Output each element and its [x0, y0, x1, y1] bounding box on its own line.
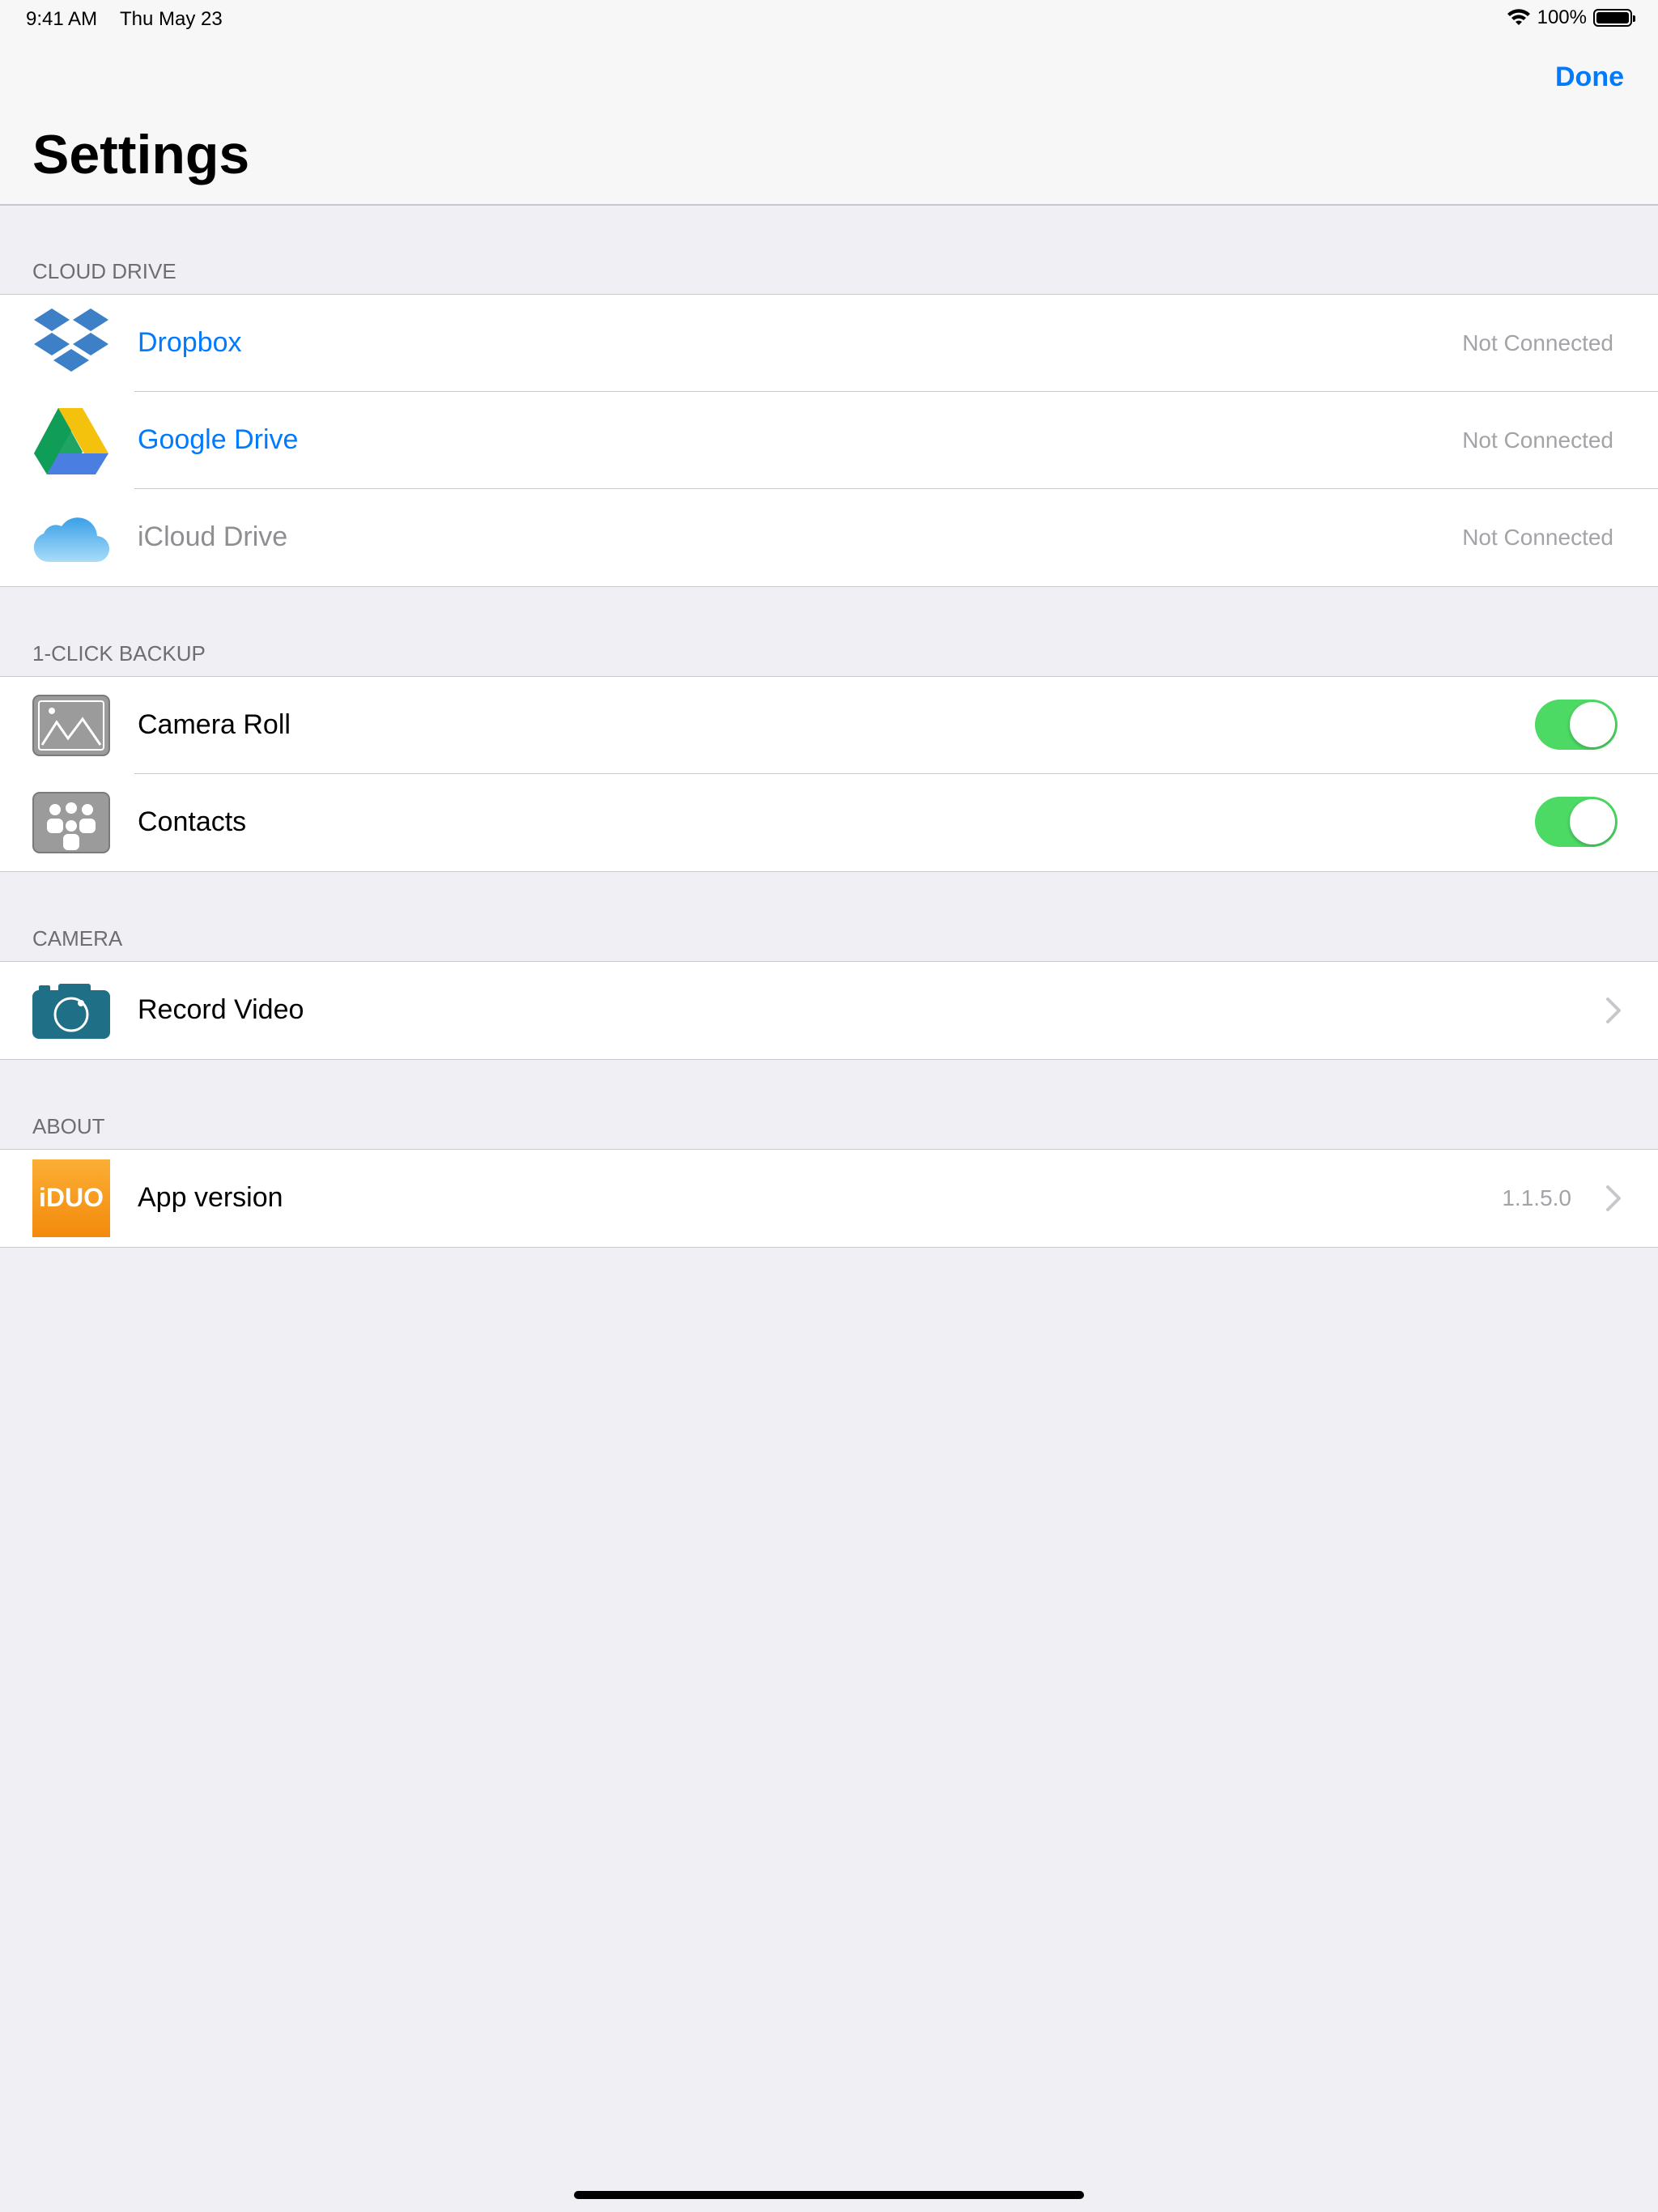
- navigation-bar: Done Settings: [0, 39, 1658, 206]
- home-indicator[interactable]: [574, 2191, 1084, 2199]
- record-video-row[interactable]: Record Video: [0, 962, 1658, 1059]
- status-time: 9:41 AM: [26, 8, 98, 30]
- battery-percent: 100%: [1537, 6, 1587, 28]
- record-video-label: Record Video: [138, 994, 304, 1025]
- camera-roll-label: Camera Roll: [138, 709, 291, 740]
- google-drive-label: Google Drive: [138, 424, 299, 455]
- dropbox-icon: [32, 308, 110, 377]
- google-drive-status: Not Connected: [1462, 428, 1613, 453]
- google-drive-row[interactable]: Google Drive Not Connected: [0, 392, 1658, 489]
- camera-roll-row: Camera Roll: [0, 677, 1658, 774]
- status-bar: 9:41 AM Thu May 23 100%: [0, 0, 1658, 39]
- cloud-drive-group: Dropbox Not Connected Google Drive Not C…: [0, 294, 1658, 587]
- google-drive-icon: [32, 406, 110, 474]
- dropbox-label: Dropbox: [138, 327, 242, 358]
- about-group: iDUO App version 1.1.5.0: [0, 1149, 1658, 1248]
- app-logo-text: iDUO: [39, 1183, 104, 1212]
- section-header-cloud-drive: CLOUD DRIVE: [32, 259, 176, 283]
- camera-group: Record Video: [0, 961, 1658, 1060]
- photos-icon: [32, 691, 110, 759]
- dropbox-status: Not Connected: [1462, 330, 1613, 355]
- dropbox-row[interactable]: Dropbox Not Connected: [0, 295, 1658, 392]
- section-header-backup: 1-CLICK BACKUP: [32, 641, 206, 666]
- section-header-camera: CAMERA: [32, 926, 123, 951]
- app-logo-icon: iDUO: [32, 1159, 110, 1237]
- contacts-row: Contacts: [0, 774, 1658, 871]
- battery-icon: [1593, 9, 1635, 27]
- toggle-knob: [1570, 799, 1615, 844]
- battery-level: [1596, 12, 1629, 23]
- done-button[interactable]: Done: [1555, 62, 1624, 93]
- contacts-toggle[interactable]: [1535, 797, 1618, 847]
- icloud-drive-row[interactable]: iCloud Drive Not Connected: [0, 489, 1658, 586]
- app-version-label: App version: [138, 1182, 283, 1213]
- camera-roll-toggle[interactable]: [1535, 700, 1618, 750]
- contacts-icon: [32, 789, 110, 857]
- toggle-knob: [1570, 702, 1615, 747]
- status-date: Thu May 23: [120, 8, 223, 30]
- backup-group: Camera Roll Contacts: [0, 676, 1658, 872]
- section-header-about: ABOUT: [32, 1114, 105, 1138]
- chevron-right-icon: [1606, 1185, 1621, 1211]
- contacts-label: Contacts: [138, 806, 247, 837]
- chevron-right-icon: [1606, 998, 1621, 1023]
- icloud-icon: [32, 504, 110, 572]
- wifi-icon: [1507, 9, 1530, 25]
- status-right: 100%: [1507, 6, 1635, 29]
- icloud-drive-label: iCloud Drive: [138, 521, 288, 552]
- icloud-drive-status: Not Connected: [1462, 525, 1613, 550]
- app-version-value: 1.1.5.0: [1502, 1185, 1571, 1210]
- page-title: Settings: [32, 124, 250, 185]
- camera-icon: [32, 976, 110, 1044]
- app-version-row[interactable]: iDUO App version 1.1.5.0: [0, 1150, 1658, 1247]
